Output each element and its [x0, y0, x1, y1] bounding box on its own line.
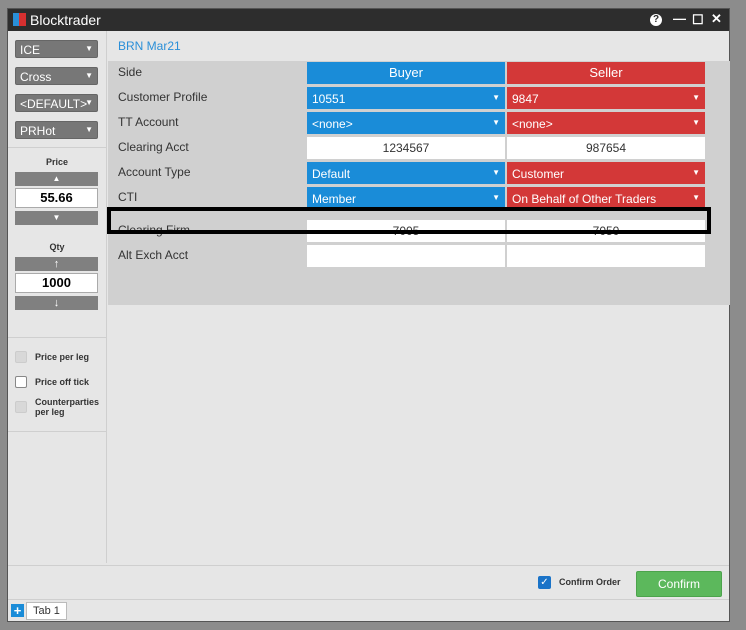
price-down-button[interactable]: ▼	[15, 211, 98, 225]
seller-account-type-select[interactable]: Customer ▼	[507, 162, 705, 184]
chevron-down-icon: ▼	[85, 98, 93, 107]
row-label: CTI	[118, 190, 138, 204]
chevron-down-icon: ▼	[492, 193, 500, 202]
buyer-tt-account-select[interactable]: <none> ▼	[307, 112, 505, 134]
confirm-order-label: Confirm Order	[559, 577, 621, 587]
chevron-down-icon: ▼	[492, 118, 500, 127]
seller-clearing-acct-input[interactable]: 987654	[507, 137, 705, 159]
row-label: Side	[118, 65, 143, 79]
alt-exch-acct-row: Alt Exch Acct	[108, 244, 706, 268]
price-up-button[interactable]: ▲	[15, 172, 98, 186]
select-value: <none>	[512, 117, 553, 131]
chevron-down-icon: ▼	[692, 168, 700, 177]
instrument-title: BRN Mar21	[118, 39, 181, 53]
select-value: Default	[312, 167, 351, 181]
confirm-order-checkbox[interactable]: ✓	[538, 576, 551, 589]
buyer-cti-select[interactable]: Member ▼	[307, 187, 505, 209]
divider	[8, 337, 106, 338]
qty-label: Qty	[49, 242, 65, 252]
counterparties-per-leg-checkbox[interactable]	[15, 401, 27, 413]
account-dropdown[interactable]: <DEFAULT> ▼	[15, 94, 98, 112]
price-label: Price	[45, 157, 69, 167]
qty-up-button[interactable]: ↑	[15, 257, 98, 271]
row-label: Account Type	[118, 165, 191, 179]
seller-customer-profile-select[interactable]: 9847 ▼	[507, 87, 705, 109]
chevron-down-icon: ▼	[85, 71, 93, 80]
profile-dropdown-value: PRHot	[20, 124, 56, 138]
buyer-header: Buyer	[307, 62, 505, 84]
buyer-alt-exch-acct-input[interactable]	[307, 245, 505, 267]
divider	[8, 565, 729, 566]
profile-dropdown[interactable]: PRHot ▼	[15, 121, 98, 139]
tt-account-row: TT Account <none> ▼ <none> ▼	[108, 111, 706, 135]
price-off-tick-label: Price off tick	[35, 377, 90, 387]
buyer-clearing-acct-input[interactable]: 1234567	[307, 137, 505, 159]
account-type-row: Account Type Default ▼ Customer ▼	[108, 161, 706, 185]
confirm-button[interactable]: Confirm	[636, 571, 722, 597]
chevron-down-icon: ▼	[692, 118, 700, 127]
customer-profile-row: Customer Profile 10551 ▼ 9847 ▼	[108, 86, 706, 110]
row-label: Customer Profile	[118, 90, 208, 104]
add-tab-icon[interactable]: +	[11, 604, 24, 617]
row-label: TT Account	[118, 115, 179, 129]
blocktrader-window: Blocktrader ? — ☐ ✕ ICE ▼ Cross ▼ <DEFAULT…	[7, 8, 730, 622]
buyer-customer-profile-select[interactable]: 10551 ▼	[307, 87, 505, 109]
window-title: Blocktrader	[30, 12, 101, 28]
counterparties-per-leg-label: Counterparties per leg	[35, 397, 100, 417]
chevron-down-icon: ▼	[492, 93, 500, 102]
price-input[interactable]: 55.66	[15, 188, 98, 208]
account-dropdown-value: <DEFAULT>	[20, 97, 88, 111]
select-value: Member	[312, 192, 357, 206]
sidebar: ICE ▼ Cross ▼ <DEFAULT> ▼ PRHot ▼ Price ▲ 55…	[8, 31, 107, 563]
row-label: Clearing Acct	[118, 140, 189, 154]
chevron-down-icon: ▼	[692, 193, 700, 202]
app-logo-icon	[13, 13, 26, 26]
seller-alt-exch-acct-input[interactable]	[507, 245, 705, 267]
select-value: On Behalf of Other Traders	[512, 192, 657, 206]
seller-header: Seller	[507, 62, 705, 84]
side-row: Side Buyer Seller	[108, 61, 706, 85]
clearing-firm-highlight	[107, 207, 711, 234]
chevron-down-icon: ▼	[85, 125, 93, 134]
help-icon[interactable]: ?	[650, 14, 662, 26]
select-value: Customer	[512, 167, 565, 181]
order-type-dropdown-value: Cross	[20, 70, 52, 84]
seller-tt-account-select[interactable]: <none> ▼	[507, 112, 705, 134]
close-icon[interactable]: ✕	[711, 11, 722, 27]
order-type-dropdown[interactable]: Cross ▼	[15, 67, 98, 85]
qty-down-button[interactable]: ↓	[15, 296, 98, 310]
title-bar: Blocktrader ? — ☐ ✕	[8, 9, 729, 31]
seller-cti-select[interactable]: On Behalf of Other Traders ▼	[507, 187, 705, 209]
qty-input[interactable]: 1000	[15, 273, 98, 293]
tab-1[interactable]: Tab 1	[26, 602, 67, 620]
order-grid: Side Buyer Seller Customer Profile 10551…	[108, 61, 730, 305]
price-off-tick-checkbox[interactable]	[15, 376, 27, 388]
price-per-leg-label: Price per leg	[35, 352, 90, 362]
exchange-dropdown[interactable]: ICE ▼	[15, 40, 98, 58]
price-per-leg-checkbox[interactable]	[15, 351, 27, 363]
chevron-down-icon: ▼	[692, 93, 700, 102]
chevron-down-icon: ▼	[492, 168, 500, 177]
select-value: 9847	[512, 92, 539, 106]
maximize-icon[interactable]: ☐	[692, 12, 704, 28]
row-label: Alt Exch Acct	[118, 248, 189, 262]
select-value: 10551	[312, 92, 346, 106]
minimize-icon[interactable]: —	[673, 11, 686, 26]
chevron-down-icon: ▼	[85, 44, 93, 53]
exchange-dropdown-value: ICE	[20, 43, 41, 57]
buyer-account-type-select[interactable]: Default ▼	[307, 162, 505, 184]
clearing-acct-row: Clearing Acct 1234567 987654	[108, 136, 706, 160]
divider	[8, 431, 106, 432]
select-value: <none>	[312, 117, 353, 131]
divider	[8, 147, 106, 148]
tab-bar: + Tab 1	[8, 599, 729, 622]
